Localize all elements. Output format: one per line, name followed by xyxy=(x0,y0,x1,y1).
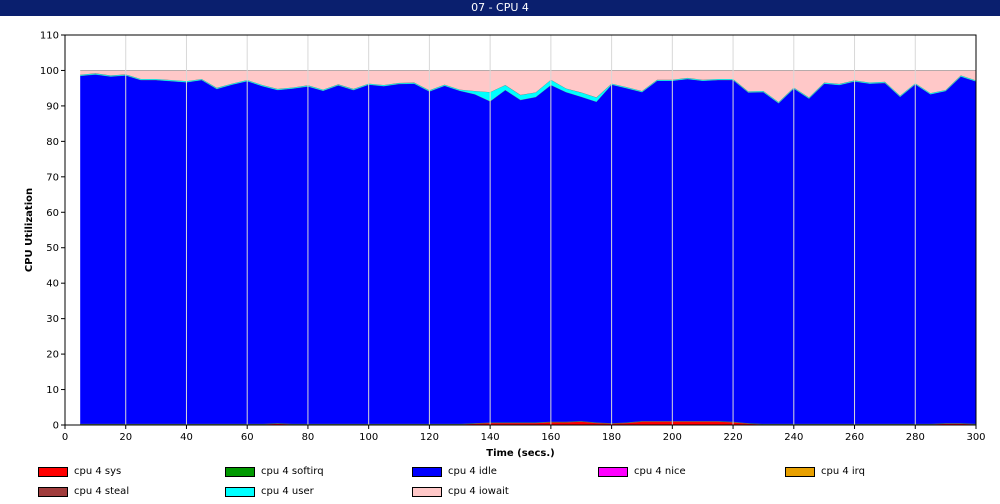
y-tick-label-110: 110 xyxy=(40,31,59,42)
x-tick-label-180: 180 xyxy=(602,432,621,443)
legend-item-cpu-4-irq: cpu 4 irq xyxy=(785,466,865,478)
y-tick-label-70: 70 xyxy=(46,172,59,183)
y-tick-label-40: 40 xyxy=(46,279,59,290)
legend-item-cpu-4-iowait: cpu 4 iowait xyxy=(412,486,509,498)
x-tick-label-160: 160 xyxy=(541,432,560,443)
x-tick-label-200: 200 xyxy=(663,432,682,443)
x-axis-label: Time (secs.) xyxy=(486,448,555,459)
x-tick-label-20: 20 xyxy=(119,432,132,443)
x-tick-label-140: 140 xyxy=(481,432,500,443)
legend-item-cpu-4-softirq: cpu 4 softirq xyxy=(225,466,324,478)
legend-swatch xyxy=(785,467,815,477)
y-tick-label-30: 30 xyxy=(46,314,59,325)
y-tick-label-80: 80 xyxy=(46,137,59,148)
y-tick-label-60: 60 xyxy=(46,208,59,219)
legend-label: cpu 4 nice xyxy=(634,466,686,477)
y-tick-label-50: 50 xyxy=(46,243,59,254)
cpu-utilization-chart: 0 20 40 60 80 100 120 140 160 180 200 220 240 260 280 3… xyxy=(24,31,986,460)
y-tick-label-100: 100 xyxy=(40,66,59,77)
legend-swatch xyxy=(225,487,255,497)
legend-label: cpu 4 iowait xyxy=(448,486,509,497)
legend-label: cpu 4 idle xyxy=(448,466,497,477)
x-tick-label-40: 40 xyxy=(180,432,193,443)
legend-item-cpu-4-idle: cpu 4 idle xyxy=(412,466,497,478)
x-tick-label-220: 220 xyxy=(724,432,743,443)
legend-swatch xyxy=(38,467,68,477)
chart-window: 07 - CPU 4 0 20 40 60 80 100 120 140 160 180 200 22… xyxy=(0,0,1000,504)
legend-item-cpu-4-nice: cpu 4 nice xyxy=(598,466,686,478)
legend-item-cpu-4-user: cpu 4 user xyxy=(225,486,314,498)
legend-label: cpu 4 irq xyxy=(821,466,865,477)
window-title: 07 - CPU 4 xyxy=(0,0,1000,16)
y-axis-label: CPU Utilization xyxy=(24,188,35,272)
x-tick-label-260: 260 xyxy=(845,432,864,443)
x-tick-label-300: 300 xyxy=(966,432,985,443)
legend-label: cpu 4 softirq xyxy=(261,466,324,477)
x-tick-label-0: 0 xyxy=(62,432,68,443)
y-tick-label-90: 90 xyxy=(46,101,59,112)
legend-item-cpu-4-sys: cpu 4 sys xyxy=(38,466,121,478)
x-tick-label-240: 240 xyxy=(784,432,803,443)
legend-swatch xyxy=(38,487,68,497)
x-tick-label-280: 280 xyxy=(906,432,925,443)
legend-label: cpu 4 user xyxy=(261,486,314,497)
y-tick-label-10: 10 xyxy=(46,385,59,396)
area-cpu-4-idle xyxy=(80,74,976,424)
y-tick-label-0: 0 xyxy=(53,421,59,432)
legend-item-cpu-4-steal: cpu 4 steal xyxy=(38,486,129,498)
x-tick-label-120: 120 xyxy=(420,432,439,443)
legend-label: cpu 4 sys xyxy=(74,466,122,477)
legend-swatch xyxy=(412,487,442,497)
y-tick-label-20: 20 xyxy=(46,350,59,361)
x-tick-label-80: 80 xyxy=(302,432,315,443)
legend-label: cpu 4 steal xyxy=(74,486,130,497)
legend-swatch xyxy=(412,467,442,477)
legend-swatch xyxy=(225,467,255,477)
x-tick-label-100: 100 xyxy=(359,432,378,443)
x-tick-label-60: 60 xyxy=(241,432,254,443)
legend-swatch xyxy=(598,467,628,477)
